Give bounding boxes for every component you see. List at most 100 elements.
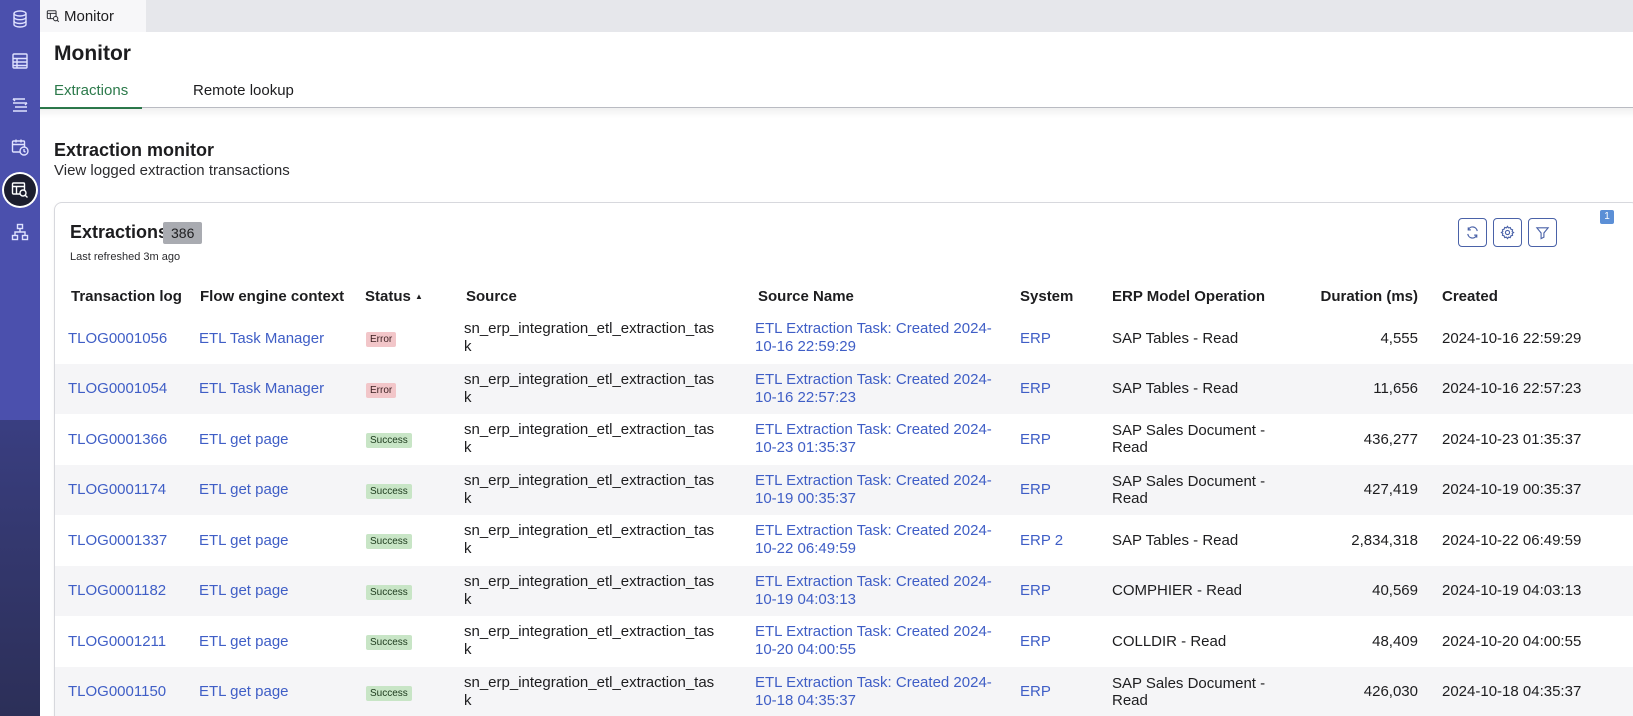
transaction-log-link[interactable]: TLOG0001054: [68, 380, 167, 397]
system-link[interactable]: ERP: [1020, 431, 1051, 448]
table-row[interactable]: TLOG0001150 ETL get page Success sn_erp_int…: [55, 666, 1633, 716]
transaction-log-link[interactable]: TLOG0001056: [68, 330, 167, 347]
flow-context-link[interactable]: ETL Task Manager: [199, 380, 324, 397]
source-text: sn_erp_integration_etl_extraction_tas: [464, 370, 715, 388]
transaction-log-link[interactable]: TLOG0001150: [68, 683, 166, 700]
column-header-status[interactable]: Status ▲: [362, 280, 462, 313]
status-badge: Success: [366, 433, 412, 449]
hierarchy-icon[interactable]: [4, 216, 36, 248]
source-name-link-wrap[interactable]: 10-19 00:35:37: [755, 490, 1020, 508]
source-text: sn_erp_integration_etl_extraction_tas: [464, 572, 715, 590]
table-row[interactable]: TLOG0001174 ETL get page Success sn_erp_int…: [55, 464, 1633, 515]
source-name-link[interactable]: ETL Extraction Task: Created 2024-: [755, 421, 1020, 439]
flow-context-link[interactable]: ETL get page: [199, 431, 289, 448]
table-row[interactable]: TLOG0001182 ETL get page Success sn_erp_int…: [55, 565, 1633, 616]
column-header-transaction-log[interactable]: Transaction log: [55, 280, 195, 313]
table-icon[interactable]: [4, 45, 36, 77]
erp-operation: COLLDIR - Read: [1112, 632, 1227, 650]
transaction-log-link[interactable]: TLOG0001366: [68, 431, 167, 448]
source-name-link-wrap[interactable]: 10-20 04:00:55: [755, 641, 1020, 659]
source-text: sn_erp_integration_etl_extraction_tas: [464, 522, 715, 540]
flow-context-link[interactable]: ETL get page: [199, 683, 289, 700]
refresh-icon: [1467, 226, 1478, 239]
erp-operation: SAP Sales Document - Read: [1112, 422, 1266, 457]
system-link[interactable]: ERP: [1020, 380, 1051, 397]
source-text-wrap: k: [464, 590, 472, 608]
created-value: 2024-10-23 01:35:37: [1442, 430, 1582, 448]
table-row[interactable]: TLOG0001337 ETL get page Success sn_erp_int…: [55, 515, 1633, 566]
source-name-link[interactable]: ETL Extraction Task: Created 2024-: [755, 472, 1020, 490]
tab-monitor[interactable]: Monitor: [40, 0, 146, 32]
transaction-log-link[interactable]: TLOG0001182: [68, 582, 166, 599]
erp-operation: SAP Tables - Read: [1112, 380, 1239, 398]
source-name-link[interactable]: ETL Extraction Task: Created 2024-: [755, 573, 1020, 591]
column-header-flow-engine-context[interactable]: Flow engine context: [195, 280, 362, 313]
source-name-link-wrap[interactable]: 10-19 04:03:13: [755, 591, 1020, 609]
flow-context-link[interactable]: ETL get page: [199, 582, 289, 599]
duration-value: 2,834,318: [1351, 531, 1418, 549]
table-header-row: Transaction log Flow engine context Stat…: [55, 280, 1633, 313]
duration-value: 48,409: [1372, 632, 1418, 650]
duration-value: 436,277: [1363, 430, 1418, 448]
column-header-system[interactable]: System: [1020, 280, 1112, 313]
tab-remote-lookup[interactable]: Remote lookup: [193, 82, 294, 108]
transaction-log-link[interactable]: TLOG0001211: [68, 633, 166, 650]
source-text-wrap: k: [464, 540, 472, 558]
system-link[interactable]: ERP: [1020, 683, 1051, 700]
system-link[interactable]: ERP: [1020, 481, 1051, 498]
source-text: sn_erp_integration_etl_extraction_tas: [464, 623, 715, 641]
count-badge: 386: [163, 222, 203, 244]
table-row[interactable]: TLOG0001054 ETL Task Manager Error sn_erp_i…: [55, 363, 1633, 414]
settings-button[interactable]: [1493, 218, 1522, 247]
source-text-wrap: k: [464, 691, 472, 709]
column-header-erp-model-operation[interactable]: ERP Model Operation: [1112, 280, 1292, 313]
calendar-clock-icon[interactable]: [4, 131, 36, 163]
column-header-source-name[interactable]: Source Name: [750, 280, 1020, 313]
tab-extractions[interactable]: Extractions: [40, 82, 143, 109]
source-name-link-wrap[interactable]: 10-16 22:59:29: [755, 338, 1020, 356]
system-link[interactable]: ERP 2: [1020, 532, 1063, 549]
filter-button[interactable]: [1528, 218, 1557, 247]
created-value: 2024-10-19 00:35:37: [1442, 481, 1582, 499]
source-text-wrap: k: [464, 489, 472, 507]
layers-icon[interactable]: [4, 88, 36, 120]
flow-context-link[interactable]: ETL Task Manager: [199, 330, 324, 347]
flow-context-link[interactable]: ETL get page: [199, 633, 289, 650]
table-row[interactable]: TLOG0001366 ETL get page Success sn_erp_int…: [55, 414, 1633, 465]
status-badge: Success: [366, 534, 412, 550]
source-name-link-wrap[interactable]: 10-16 22:57:23: [755, 389, 1020, 407]
system-link[interactable]: ERP: [1020, 582, 1051, 599]
source-name-link[interactable]: ETL Extraction Task: Created 2024-: [755, 674, 1020, 692]
transaction-log-link[interactable]: TLOG0001174: [68, 481, 166, 498]
flow-context-link[interactable]: ETL get page: [199, 532, 289, 549]
flow-context-link[interactable]: ETL get page: [199, 481, 289, 498]
column-header-source[interactable]: Source: [462, 280, 750, 313]
system-link[interactable]: ERP: [1020, 633, 1051, 650]
monitor-search-icon[interactable]: [4, 174, 36, 206]
last-refreshed: Last refreshed 3m ago: [70, 251, 181, 263]
duration-value: 11,656: [1373, 380, 1418, 398]
database-icon[interactable]: [4, 3, 36, 35]
section-subtitle: View logged extraction transactions: [54, 162, 290, 179]
erp-operation: SAP Tables - Read: [1112, 329, 1239, 347]
source-name-link[interactable]: ETL Extraction Task: Created 2024-: [755, 623, 1020, 641]
filter-icon: [1535, 227, 1550, 240]
transaction-log-link[interactable]: TLOG0001337: [68, 532, 167, 549]
source-name-link[interactable]: ETL Extraction Task: Created 2024-: [755, 320, 1020, 338]
erp-operation: SAP Sales Document - Read: [1112, 674, 1266, 709]
system-link[interactable]: ERP: [1020, 330, 1051, 347]
source-name-link[interactable]: ETL Extraction Task: Created 2024-: [755, 522, 1020, 540]
duration-value: 426,030: [1363, 683, 1418, 701]
sub-tabs: Extractions Remote lookup: [40, 78, 1633, 109]
tab-label: Monitor: [64, 7, 115, 25]
source-name-link[interactable]: ETL Extraction Task: Created 2024-: [755, 371, 1020, 389]
refresh-button[interactable]: [1458, 218, 1487, 247]
table-row[interactable]: TLOG0001056 ETL Task Manager Error sn_erp_i…: [55, 313, 1633, 364]
source-name-link-wrap[interactable]: 10-23 01:35:37: [755, 439, 1020, 457]
source-name-link-wrap[interactable]: 10-18 04:35:37: [755, 692, 1020, 710]
column-header-created[interactable]: Created: [1432, 280, 1633, 313]
erp-operation: SAP Sales Document - Read: [1112, 472, 1266, 507]
column-header-duration[interactable]: Duration (ms): [1292, 280, 1432, 313]
table-row[interactable]: TLOG0001211 ETL get page Success sn_erp_int…: [55, 616, 1633, 667]
source-name-link-wrap[interactable]: 10-22 06:49:59: [755, 540, 1020, 558]
